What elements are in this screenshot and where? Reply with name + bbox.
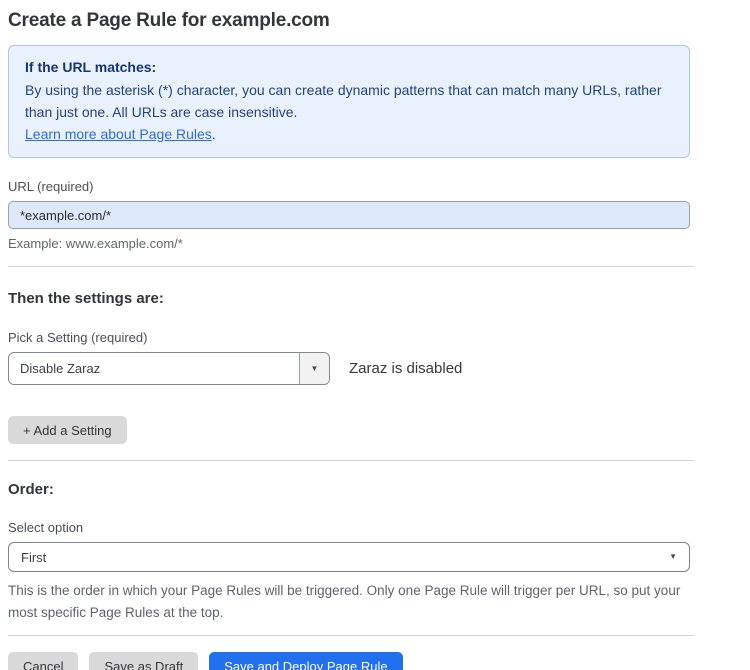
setting-row: Disable Zaraz ▼ Zaraz is disabled bbox=[8, 352, 700, 385]
footer-actions: Cancel Save as Draft Save and Deploy Pag… bbox=[8, 652, 700, 670]
order-select-label: Select option bbox=[8, 520, 700, 536]
divider-url-section bbox=[8, 266, 694, 267]
divider-footer bbox=[8, 635, 694, 636]
url-field-label: URL (required) bbox=[8, 179, 700, 195]
chevron-down-icon: ▼ bbox=[311, 365, 319, 373]
divider-settings-section bbox=[8, 460, 694, 461]
setting-status-text: Zaraz is disabled bbox=[349, 360, 462, 377]
info-box-link-line: Learn more about Page Rules. bbox=[25, 123, 673, 145]
order-select-value: First bbox=[21, 550, 46, 565]
save-and-deploy-button[interactable]: Save and Deploy Page Rule bbox=[209, 652, 402, 670]
order-help-text: This is the order in which your Page Rul… bbox=[8, 580, 694, 624]
url-input[interactable] bbox=[8, 201, 690, 229]
chevron-down-icon: ▼ bbox=[669, 553, 677, 561]
save-as-draft-button[interactable]: Save as Draft bbox=[89, 652, 198, 670]
add-setting-button[interactable]: + Add a Setting bbox=[8, 416, 127, 444]
setting-select-arrow-button[interactable]: ▼ bbox=[299, 353, 329, 384]
order-section-heading: Order: bbox=[8, 481, 700, 499]
settings-section-heading: Then the settings are: bbox=[8, 290, 700, 308]
setting-picker-label: Pick a Setting (required) bbox=[8, 330, 700, 346]
page-rule-form: Create a Page Rule for example.com If th… bbox=[8, 0, 700, 670]
info-box-body: By using the asterisk (*) character, you… bbox=[25, 79, 673, 123]
cancel-button[interactable]: Cancel bbox=[8, 652, 78, 670]
url-example-hint: Example: www.example.com/* bbox=[8, 236, 700, 252]
order-select[interactable]: First ▼ bbox=[8, 542, 690, 572]
link-suffix: . bbox=[212, 126, 216, 142]
info-box-heading: If the URL matches: bbox=[25, 57, 673, 77]
setting-select[interactable]: Disable Zaraz ▼ bbox=[8, 352, 330, 385]
page-title: Create a Page Rule for example.com bbox=[8, 10, 700, 32]
setting-select-value: Disable Zaraz bbox=[9, 353, 299, 384]
learn-more-link[interactable]: Learn more about Page Rules bbox=[25, 126, 212, 142]
url-match-info-box: If the URL matches: By using the asteris… bbox=[8, 45, 690, 158]
